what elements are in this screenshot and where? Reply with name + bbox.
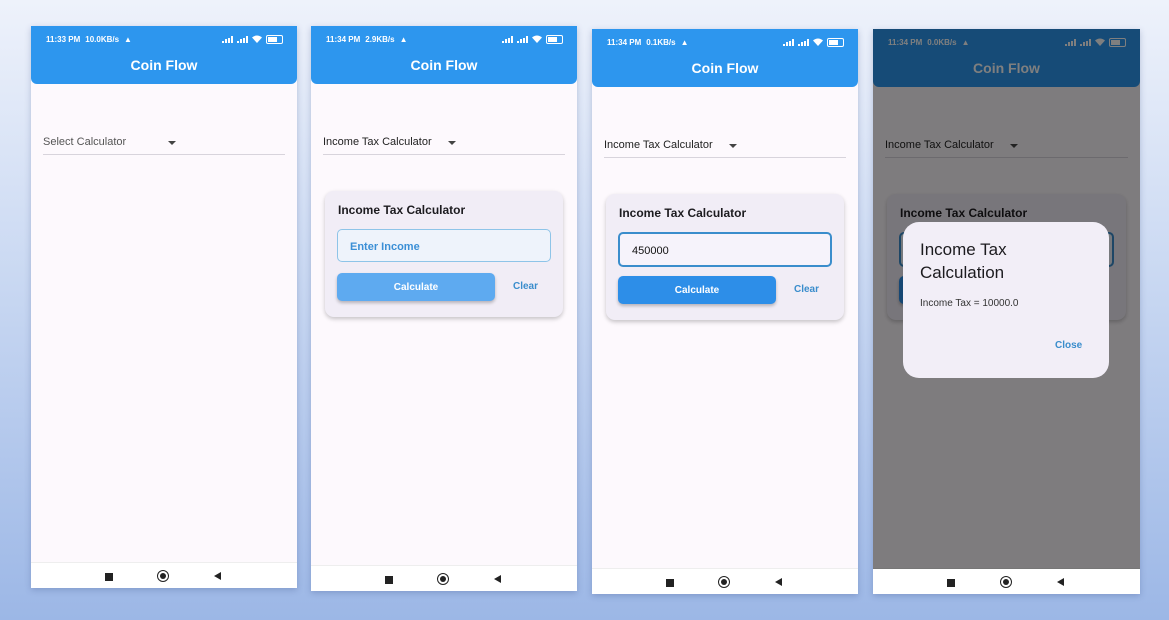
phone-screen-2: 11:34 PM 2.9KB/s ▲ Coin Flow Income Tax … xyxy=(311,26,577,591)
warning-icon: ▲ xyxy=(399,34,408,44)
back-icon[interactable] xyxy=(775,578,782,586)
signal-icon xyxy=(783,38,794,46)
home-icon[interactable] xyxy=(1000,576,1012,588)
battery-icon xyxy=(266,34,283,44)
home-icon[interactable] xyxy=(157,570,169,582)
wifi-icon xyxy=(532,35,542,43)
wifi-icon xyxy=(813,38,823,46)
recents-icon[interactable] xyxy=(947,579,955,587)
status-bar: 11:34 PM 0.1KB/s ▲ xyxy=(607,36,844,48)
phone-screen-3: 11:34 PM 0.1KB/s ▲ Coin Flow Income Tax … xyxy=(592,29,858,594)
income-tax-card: Income Tax Calculator Calculate Clear xyxy=(606,194,844,320)
signal-icon xyxy=(798,38,809,46)
dropdown-caret-icon xyxy=(729,144,737,148)
home-icon[interactable] xyxy=(718,576,730,588)
calculate-button[interactable]: Calculate xyxy=(337,273,495,301)
calculator-select-label: Income Tax Calculator xyxy=(604,139,713,151)
recents-icon[interactable] xyxy=(105,573,113,581)
income-tax-card: Income Tax Calculator Calculate Clear xyxy=(325,191,563,317)
recents-icon[interactable] xyxy=(666,579,674,587)
dialog-title: Income Tax Calculation xyxy=(920,240,1007,282)
status-speed: 0.1KB/s xyxy=(646,37,676,47)
back-icon[interactable] xyxy=(494,575,501,583)
dropdown-caret-icon xyxy=(448,141,456,145)
card-title: Income Tax Calculator xyxy=(338,203,466,217)
status-time: 11:34 PM xyxy=(607,37,642,47)
app-bar: 11:33 PM 10.0KB/s ▲ Coin Flow xyxy=(31,26,297,84)
warning-icon: ▲ xyxy=(124,34,132,44)
signal-icon xyxy=(502,35,513,43)
status-time: 11:34 PM xyxy=(326,34,361,44)
app-title: Coin Flow xyxy=(410,57,478,73)
status-speed: 2.9KB/s xyxy=(365,34,395,44)
phone-screen-1: 11:33 PM 10.0KB/s ▲ Coin Flow Select Cal… xyxy=(31,26,297,588)
calculator-select-label: Select Calculator xyxy=(43,136,127,148)
status-speed: 10.0KB/s xyxy=(85,34,120,44)
signal-icon xyxy=(237,35,248,43)
calculator-select[interactable]: Income Tax Calculator xyxy=(323,134,565,155)
signal-icon xyxy=(222,35,233,43)
wifi-icon xyxy=(252,35,262,43)
system-nav-bar xyxy=(592,568,858,594)
calculator-select[interactable]: Income Tax Calculator xyxy=(604,137,846,158)
close-button[interactable]: Close xyxy=(1055,340,1082,351)
income-input[interactable] xyxy=(348,230,533,263)
clear-button[interactable]: Clear xyxy=(513,281,538,292)
app-title: Coin Flow xyxy=(691,60,759,76)
dropdown-caret-icon xyxy=(168,141,176,145)
app-bar: 11:34 PM 0.1KB/s ▲ Coin Flow xyxy=(592,29,858,87)
signal-icon xyxy=(517,35,528,43)
home-icon[interactable] xyxy=(437,573,449,585)
system-nav-bar xyxy=(31,562,297,588)
battery-icon xyxy=(827,37,844,47)
income-input[interactable] xyxy=(630,234,813,267)
calculate-button[interactable]: Calculate xyxy=(618,276,776,304)
system-nav-bar xyxy=(873,568,1140,594)
system-nav-bar xyxy=(311,565,577,591)
warning-icon: ▲ xyxy=(680,37,689,47)
recents-icon[interactable] xyxy=(385,576,393,584)
back-icon[interactable] xyxy=(214,572,221,580)
income-field[interactable] xyxy=(618,232,832,267)
status-bar: 11:34 PM 2.9KB/s ▲ xyxy=(326,33,563,45)
status-time: 11:33 PM xyxy=(46,34,81,44)
calculator-select-label: Income Tax Calculator xyxy=(323,136,432,148)
income-field[interactable] xyxy=(337,229,551,263)
phone-screen-4: 11:34 PM 0.0KB/s ▲ Coin Flow Income Tax … xyxy=(873,29,1140,594)
app-title: Coin Flow xyxy=(130,57,198,73)
calculator-select[interactable]: Select Calculator xyxy=(43,134,285,155)
result-dialog: Income Tax Calculation Income Tax = 1000… xyxy=(903,222,1109,378)
status-bar: 11:33 PM 10.0KB/s ▲ xyxy=(46,33,283,45)
clear-button[interactable]: Clear xyxy=(794,284,819,295)
battery-icon xyxy=(546,34,563,44)
dialog-message: Income Tax = 10000.0 xyxy=(920,298,1019,309)
card-title: Income Tax Calculator xyxy=(619,206,747,220)
app-bar: 11:34 PM 2.9KB/s ▲ Coin Flow xyxy=(311,26,577,84)
back-icon[interactable] xyxy=(1057,578,1064,586)
